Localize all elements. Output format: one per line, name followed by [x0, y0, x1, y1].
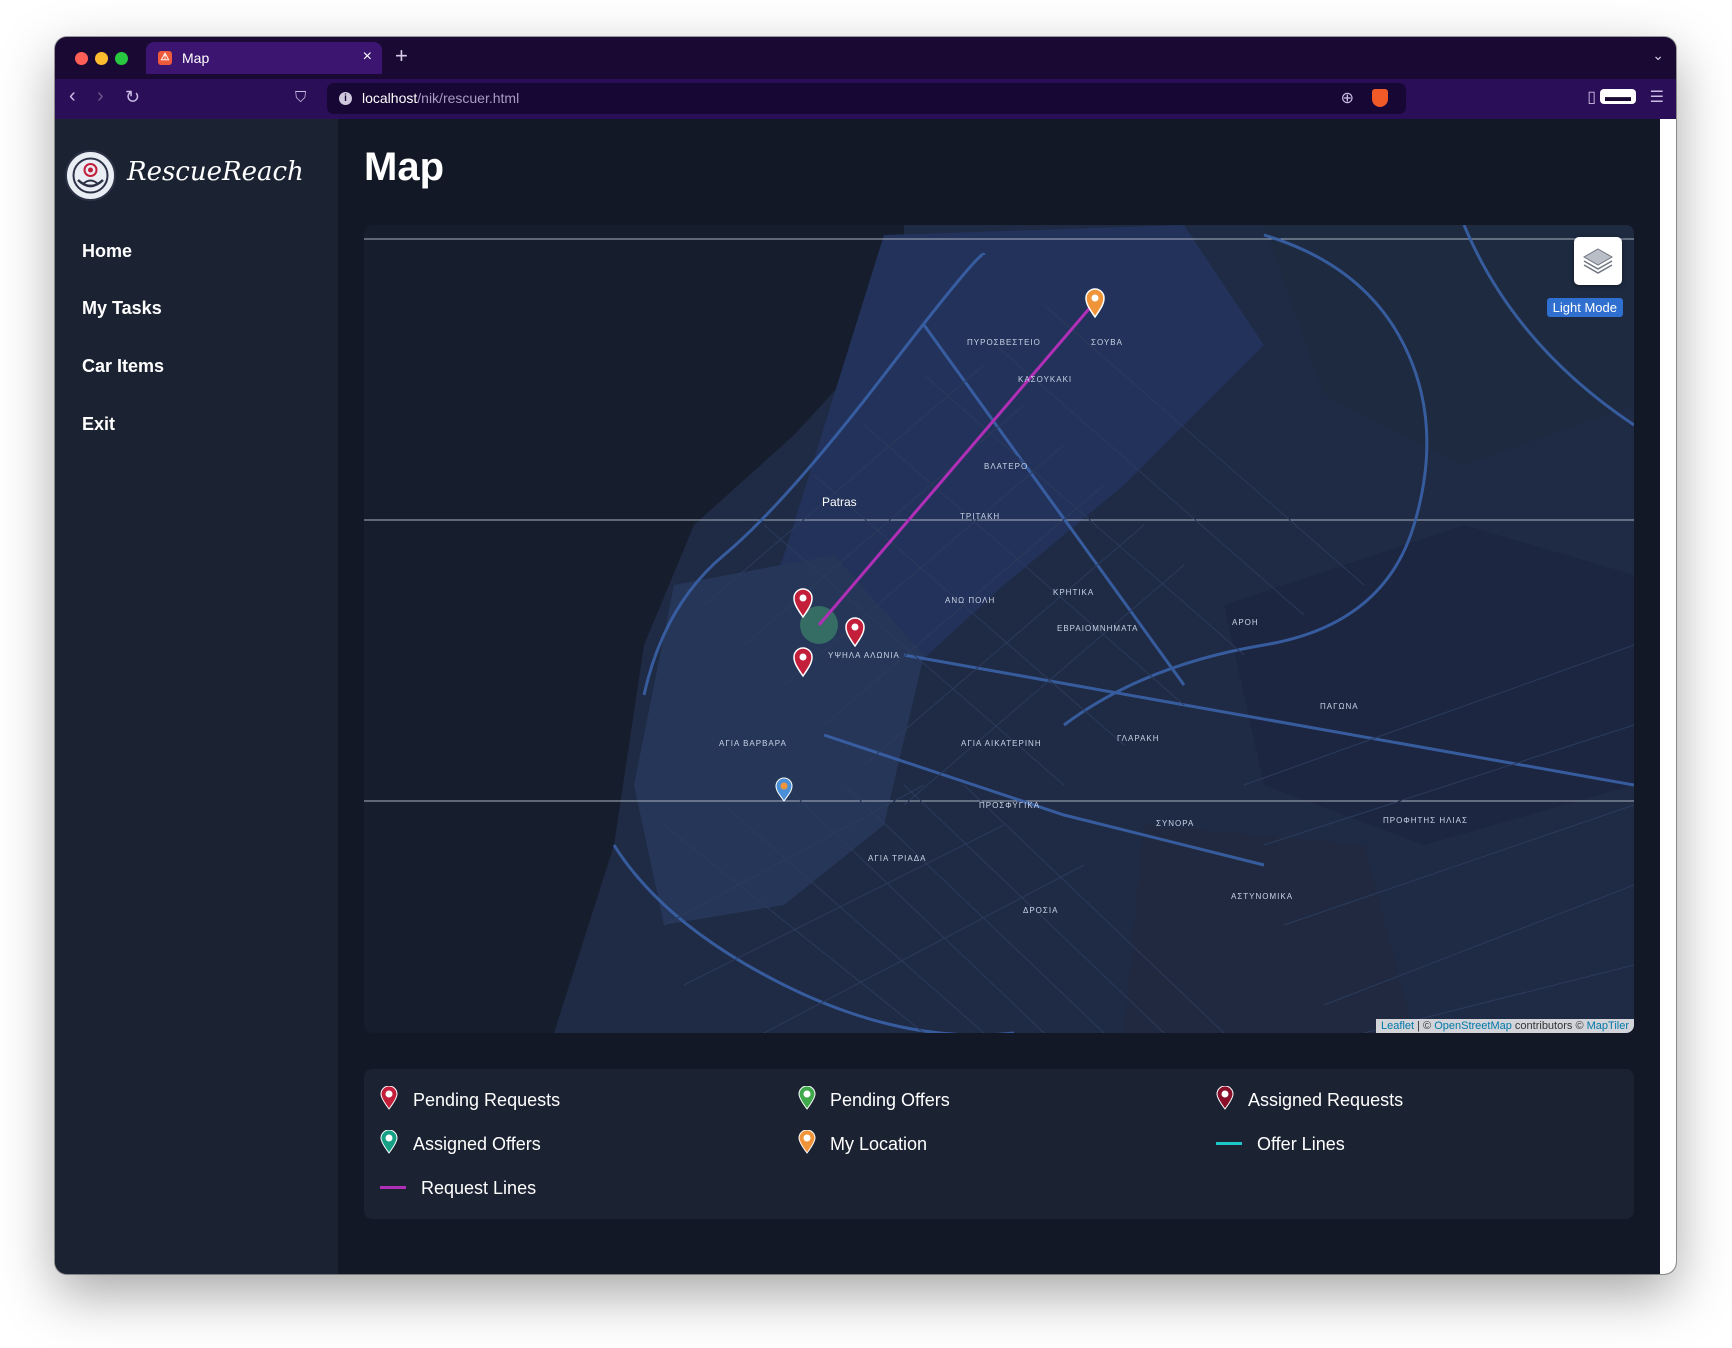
tab-bar: ⚠ Map × + ⌄: [55, 37, 1676, 79]
reload-icon[interactable]: ↻: [125, 87, 140, 108]
map-tiles[interactable]: Patras ΠΥΡΟΣΒΕΣΤΕΙΟ ΣΟΥΒΑ ΚΑΣΟΥΚΑΚΙ ΒΛΑΤ…: [364, 225, 1634, 1033]
map-label: ΚΡΗΤΙΚΑ: [1053, 588, 1094, 597]
browser-toolbar: ‹ › ↻ ⛉ i localhost/nik/rescuer.html ⊕ ▯…: [55, 79, 1676, 119]
pending-offer-marker-icon: [798, 1086, 816, 1110]
nav-exit[interactable]: Exit: [82, 414, 115, 435]
menu-icon[interactable]: ☰: [1650, 87, 1664, 107]
sidebar-toggle-icon[interactable]: ▯: [1587, 87, 1596, 107]
map-label: ΠΑΓΩΝΑ: [1320, 702, 1359, 711]
browser-tab[interactable]: ⚠ Map ×: [146, 42, 382, 74]
minimize-window-button[interactable]: [95, 52, 108, 65]
map-legend: Pending Requests Pending Offers Assigned…: [364, 1069, 1634, 1219]
legend-pending-requests: Pending Requests: [413, 1090, 561, 1110]
wallet-icon[interactable]: ▬▬: [1600, 89, 1636, 104]
assigned-request-marker-icon: [1216, 1086, 1234, 1110]
legend-assigned-requests: Assigned Requests: [1248, 1090, 1404, 1110]
legend-request-lines: Request Lines: [421, 1178, 537, 1198]
browser-window: ⚠ Map × + ⌄ ‹ › ↻ ⛉ i localhost/nik/resc…: [55, 37, 1676, 1274]
legend-pending-offers: Pending Offers: [830, 1090, 950, 1110]
maximize-window-button[interactable]: [115, 52, 128, 65]
map-label: ΑΓΙΑ ΤΡΙΑΔΑ: [868, 854, 926, 863]
legend-my-location: My Location: [830, 1134, 928, 1154]
new-tab-icon[interactable]: +: [395, 43, 408, 69]
offer-line-swatch: [1216, 1142, 1242, 1145]
map-label: ΠΡΟΣΦΥΓΙΚΑ: [979, 801, 1040, 810]
attribution-separator: | ©: [1414, 1020, 1435, 1032]
map-label: ΑΡΟΗ: [1232, 618, 1259, 627]
map-attribution: Leaflet | © OpenStreetMap contributors ©…: [1376, 1019, 1634, 1033]
nav-home[interactable]: Home: [82, 241, 132, 262]
attribution-contributors: contributors ©: [1511, 1020, 1587, 1032]
close-window-button[interactable]: [75, 52, 88, 65]
page-scrollbar[interactable]: [1660, 119, 1676, 1274]
leaflet-link[interactable]: Leaflet: [1381, 1020, 1414, 1032]
map-label: ΤΡΙΤΑΚΗ: [960, 512, 1000, 521]
map-label: ΑΣΤΥΝΟΜΙΚΑ: [1231, 892, 1293, 901]
maptiler-link[interactable]: MapTiler: [1587, 1020, 1629, 1032]
map-label: ΑΓΙΑ ΒΑΡΒΑΡΑ: [719, 739, 787, 748]
back-icon[interactable]: ‹: [69, 85, 76, 108]
forward-icon[interactable]: ›: [97, 85, 104, 108]
main-content: Map Patras ΠΥΡΟΣΒΕΣΤΕΙΟ ΣΟΥΒΑ ΚΑΣΟΥΚΑΚΙ …: [338, 119, 1676, 1274]
assigned-offer-marker-icon: [380, 1130, 398, 1154]
tab-close-icon[interactable]: ×: [363, 48, 372, 66]
map-container[interactable]: Patras ΠΥΡΟΣΒΕΣΤΕΙΟ ΣΟΥΒΑ ΚΑΣΟΥΚΑΚΙ ΒΛΑΤ…: [364, 225, 1634, 1033]
map-label: ΠΡΟΦΗΤΗΣ ΗΛΙΑΣ: [1383, 816, 1468, 825]
legend-assigned-offers: Assigned Offers: [413, 1134, 541, 1154]
bookmark-icon[interactable]: ⛉: [295, 89, 306, 106]
map-label: ΒΛΑΤΕΡΟ: [984, 462, 1028, 471]
brave-shield-icon[interactable]: [1372, 89, 1388, 107]
page-title: Map: [364, 145, 444, 189]
osm-link[interactable]: OpenStreetMap: [1434, 1020, 1512, 1032]
map-label: ΥΨΗΛΑ ΑΛΩΝΙΑ: [828, 651, 900, 660]
legend-offer-lines: Offer Lines: [1257, 1134, 1345, 1154]
map-label: ΚΑΣΟΥΚΑΚΙ: [1018, 375, 1072, 384]
logo-icon: [65, 150, 116, 201]
map-city-label: Patras: [822, 495, 857, 509]
map-label: ΑΓΙΑ ΑΙΚΑΤΕΡΙΝΗ: [961, 739, 1042, 748]
url-text: localhost/nik/rescuer.html: [362, 90, 520, 106]
map-label: ΓΛΑΡΑΚΗ: [1117, 734, 1160, 743]
pending-request-marker-icon: [380, 1086, 398, 1110]
map-label: ΠΥΡΟΣΒΕΣΤΕΙΟ: [967, 338, 1041, 347]
request-line-swatch: [380, 1186, 406, 1189]
my-location-marker-icon: [798, 1130, 816, 1154]
light-mode-button[interactable]: Light Mode: [1546, 298, 1623, 317]
map-label: ΣΥΝΟΡΑ: [1156, 819, 1194, 828]
zoom-icon[interactable]: ⊕: [1341, 88, 1354, 108]
map-label: ΔΡΟΣΙΑ: [1023, 906, 1058, 915]
logo-text: RescueReach: [127, 157, 304, 187]
address-bar[interactable]: i localhost/nik/rescuer.html ⊕: [327, 83, 1406, 114]
nav-car-items[interactable]: Car Items: [82, 356, 164, 377]
map-label: ΑΝΩ ΠΟΛΗ: [945, 596, 995, 605]
tab-title: Map: [182, 50, 210, 66]
tab-list-chevron-icon[interactable]: ⌄: [1652, 47, 1664, 64]
favicon-icon: ⚠: [158, 51, 172, 65]
map-label: ΣΟΥΒΑ: [1091, 338, 1123, 347]
map-label: ΕΒΡΑΙΟΜΝΗΜΑΤΑ: [1057, 624, 1138, 633]
nav-my-tasks[interactable]: My Tasks: [82, 298, 162, 319]
map-layers-icon[interactable]: [1574, 237, 1622, 285]
app-sidebar: RescueReach Home My Tasks Car Items Exit: [55, 119, 338, 1274]
site-info-icon[interactable]: i: [339, 92, 352, 105]
